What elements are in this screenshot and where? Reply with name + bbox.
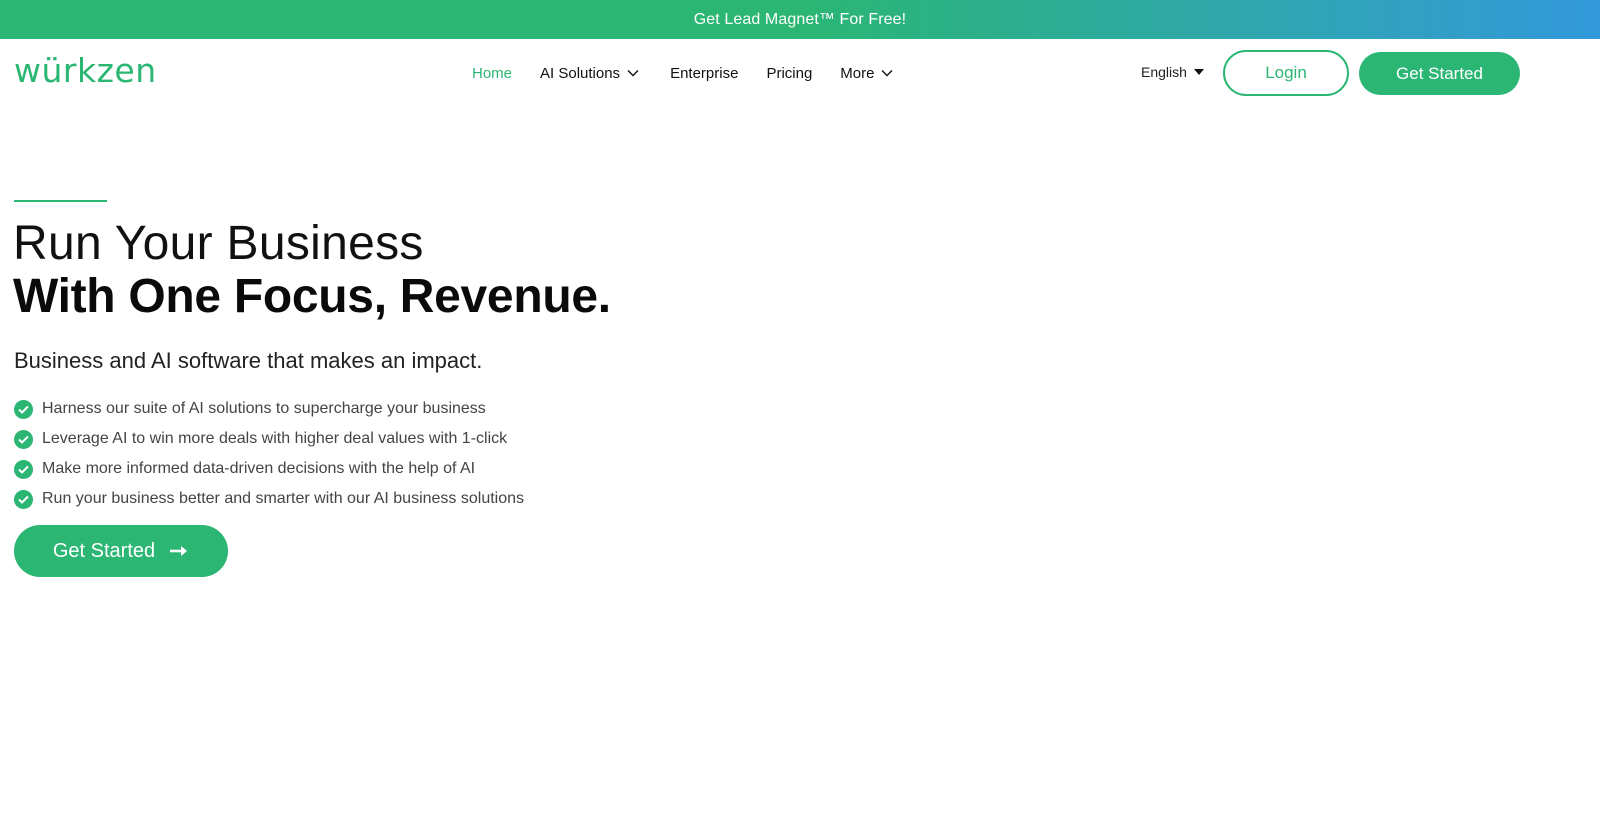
nav-ai-solutions[interactable]: AI Solutions [540,65,640,82]
hero-accent-rule [14,200,107,202]
arrow-right-icon [170,546,188,556]
check-circle-icon [14,489,33,509]
navbar: würkzen Home AI Solutions Enterprise Pri… [0,39,1600,111]
nav-pricing-label: Pricing [766,64,813,82]
check-circle-icon [14,459,33,479]
logo[interactable]: würkzen [14,51,157,91]
nav-home-label: Home [472,64,513,82]
nav-pricing[interactable]: Pricing [766,65,812,82]
list-item: Leverage AI to win more deals with highe… [14,424,524,454]
benefit-text: Make more informed data-driven decisions… [42,460,476,477]
benefit-text: Leverage AI to win more deals with highe… [42,430,508,447]
benefit-list: Harness our suite of AI solutions to sup… [14,394,524,514]
promo-bar: Get Lead Magnet™ For Free! [0,0,1600,39]
nav-enterprise-label: Enterprise [670,64,739,82]
login-button[interactable]: Login [1223,50,1349,96]
language-selector[interactable]: English [1141,64,1204,80]
hero-get-started-label: Get Started [52,539,156,562]
check-circle-icon [14,399,33,419]
chevron-down-icon [881,70,893,77]
get-started-nav-button[interactable]: Get Started [1359,52,1520,95]
benefit-text: Run your business better and smarter wit… [42,490,525,507]
hero-subtitle: Business and AI software that makes an i… [14,348,483,373]
language-label: English [1141,64,1187,80]
promo-link[interactable]: Get Lead Magnet™ For Free! [694,11,906,29]
nav-home[interactable]: Home [472,65,512,82]
list-item: Harness our suite of AI solutions to sup… [14,394,524,424]
benefit-text: Harness our suite of AI solutions to sup… [42,400,486,417]
caret-down-icon [1193,69,1204,75]
hero-title-line2: With One Focus, Revenue. [13,270,611,323]
nav-more[interactable]: More [840,65,894,82]
main-nav: Home AI Solutions Enterprise Pricing Mor… [472,62,894,84]
chevron-down-icon [627,70,639,77]
hero-get-started-button[interactable]: Get Started [14,525,228,577]
nav-enterprise[interactable]: Enterprise [670,65,738,82]
hero-title-line1: Run Your Business [13,217,424,270]
nav-more-label: More [840,64,875,82]
nav-ai-solutions-label: AI Solutions [540,64,621,82]
list-item: Make more informed data-driven decisions… [14,454,524,484]
check-circle-icon [14,429,33,449]
list-item: Run your business better and smarter wit… [14,484,524,514]
